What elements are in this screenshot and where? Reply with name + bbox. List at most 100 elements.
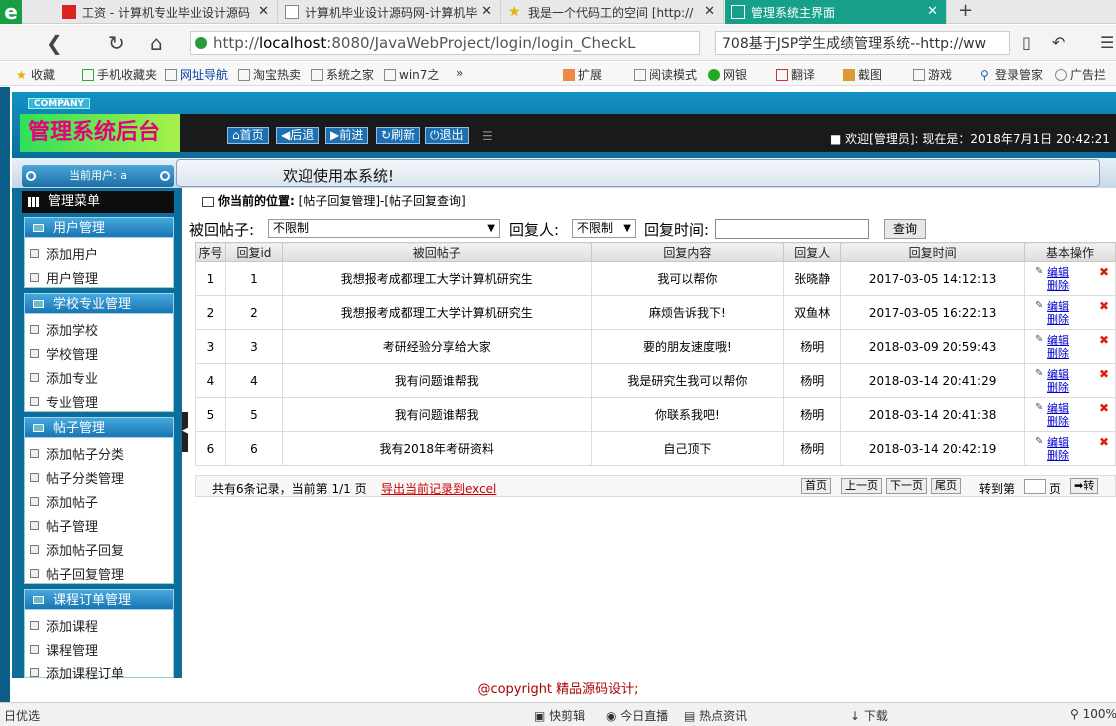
delete-link[interactable]: 删除 — [1035, 313, 1115, 326]
toolbar-item[interactable]: 网银 — [708, 66, 747, 83]
search-field[interactable]: 708基于JSP学生成绩管理系统--http://ww — [715, 31, 1010, 55]
browser-tab[interactable]: 工资 - 计算机专业毕业设计源码 ✕ — [56, 0, 278, 24]
sidebar-item-add-post-category[interactable]: 添加帖子分类 — [30, 444, 124, 463]
bookmark-item[interactable]: 手机收藏夹 — [82, 66, 157, 83]
status-item[interactable]: ▣ 快剪辑 — [534, 707, 585, 724]
sidebar-item-add-course[interactable]: 添加课程 — [30, 616, 98, 635]
delete-link[interactable]: 删除 — [1035, 415, 1115, 428]
sidebar-item-reply-manage[interactable]: 帖子回复管理 — [30, 564, 124, 583]
bookmark-item[interactable]: win7之 — [384, 66, 439, 83]
menu-icon[interactable]: ☰ — [1100, 33, 1114, 52]
toolbar-item[interactable]: 翻译 — [776, 66, 815, 83]
status-item[interactable]: 日优选 — [4, 707, 40, 724]
time-filter-label: 回复时间: — [644, 221, 710, 239]
close-icon[interactable]: ✕ — [481, 4, 492, 19]
window-icon — [33, 224, 44, 232]
new-tab-button[interactable]: + — [958, 0, 973, 21]
home-button[interactable]: ⌂首页 — [227, 127, 269, 144]
status-item[interactable]: ◉ 今日直播 — [606, 707, 668, 724]
delete-x-icon[interactable]: ✖ — [1099, 435, 1109, 449]
sidebar-item-course-manage[interactable]: 课程管理 — [30, 640, 98, 659]
sidebar-item-add-post[interactable]: 添加帖子 — [30, 492, 98, 511]
close-icon[interactable]: ✕ — [258, 4, 269, 19]
table-cell: 我想报考成都理工大学计算机研究生 — [281, 295, 592, 330]
close-icon[interactable]: ✕ — [704, 4, 715, 19]
sidebar-group-post[interactable]: 帖子管理 — [24, 417, 174, 438]
replier-filter-select[interactable]: 不限制 ▼ — [572, 219, 636, 238]
bookmark-item[interactable]: 网址导航 — [165, 66, 228, 83]
delete-x-icon[interactable]: ✖ — [1099, 299, 1109, 313]
table-cell: 5 — [224, 397, 283, 432]
forward-button[interactable]: ▶前进 — [325, 127, 369, 144]
delete-link[interactable]: 删除 — [1035, 449, 1115, 462]
logout-button[interactable]: ⏻退出 — [425, 127, 469, 144]
reload-icon[interactable]: ↻ — [108, 31, 125, 55]
delete-link[interactable]: 删除 — [1035, 381, 1115, 394]
delete-x-icon[interactable]: ✖ — [1099, 265, 1109, 279]
toolbar-label: 登录管家 — [995, 68, 1044, 82]
toolbar-item[interactable]: 扩展 — [563, 66, 602, 83]
undo-icon[interactable]: ↶ — [1052, 33, 1065, 52]
url-field[interactable]: http://localhost:8080/JavaWebProject/log… — [190, 31, 700, 55]
toolbar-item[interactable]: 广告拦 — [1055, 66, 1106, 83]
sidebar-item-add-school[interactable]: 添加学校 — [30, 320, 98, 339]
delete-link[interactable]: 删除 — [1035, 279, 1115, 292]
sidebar-group-course[interactable]: 课程订单管理 — [24, 589, 174, 610]
goto-page-input[interactable] — [1024, 479, 1046, 494]
delete-x-icon[interactable]: ✖ — [1099, 367, 1109, 381]
delete-link[interactable]: 删除 — [1035, 347, 1115, 360]
sidebar-item-school-manage[interactable]: 学校管理 — [30, 344, 98, 363]
doc-icon — [30, 349, 39, 358]
sidebar-collapse-handle[interactable]: ◀ — [182, 412, 189, 452]
back-arrow-icon[interactable]: ❮ — [46, 31, 63, 55]
browser-tab[interactable]: 计算机毕业设计源码网-计算机毕 ✕ — [279, 0, 501, 24]
go-button[interactable]: ➡转 — [1070, 478, 1099, 494]
sidebar-item-user-manage[interactable]: 用户管理 — [30, 268, 98, 287]
bookmark-item[interactable]: ★ 收藏 — [16, 66, 55, 83]
toolbar-item[interactable]: 阅读模式 — [634, 66, 697, 83]
table-cell: 6 — [224, 431, 283, 466]
search-text: 708基于JSP学生成绩管理系统--http://ww — [722, 36, 987, 52]
next-page-button[interactable]: 下一页 — [886, 478, 927, 494]
browser-tab-active[interactable]: 管理系统主界面 ✕ — [725, 0, 947, 24]
post-filter-select[interactable]: 不限制 ▼ — [268, 219, 500, 238]
doc-icon — [30, 325, 39, 334]
sidebar-item-label: 用户管理 — [46, 272, 99, 287]
sidebar-item-add-reply[interactable]: 添加帖子回复 — [30, 540, 124, 559]
toolbar-item[interactable]: 游戏 — [913, 66, 952, 83]
sidebar-group-label: 帖子管理 — [53, 421, 106, 436]
sidebar-item-major-manage[interactable]: 专业管理 — [30, 392, 98, 411]
time-filter-input[interactable] — [715, 219, 869, 239]
prev-page-button[interactable]: 上一页 — [841, 478, 882, 494]
sidebar-group-user[interactable]: 用户管理 — [24, 217, 174, 238]
phone-icon[interactable]: ▯ — [1022, 33, 1031, 52]
query-button[interactable]: 查询 — [884, 219, 926, 239]
toolbar-item[interactable]: 截图 — [843, 66, 882, 83]
column-header: 序号 — [195, 242, 226, 262]
table-row: 5 5 我有问题谁帮我 你联系我吧! 杨明 2018-03-14 20:41:3… — [195, 397, 1116, 432]
zoom-level[interactable]: ⚲ 100% — [1070, 707, 1116, 721]
bookmark-overflow[interactable]: » — [456, 66, 463, 80]
table-cell: 4 — [224, 363, 283, 398]
export-excel-link[interactable]: 导出当前记录到excel — [381, 480, 496, 497]
status-item[interactable]: ↓ 下载 — [850, 707, 888, 724]
first-page-button[interactable]: 首页 — [801, 478, 831, 494]
back-button[interactable]: ◀后退 — [276, 127, 320, 144]
bookmark-item[interactable]: 系统之家 — [311, 66, 374, 83]
refresh-button[interactable]: ↻刷新 — [376, 127, 421, 144]
delete-x-icon[interactable]: ✖ — [1099, 333, 1109, 347]
sidebar-item-add-user[interactable]: 添加用户 — [30, 244, 98, 263]
sidebar-item-post-category-manage[interactable]: 帖子分类管理 — [30, 468, 124, 487]
post-filter-label: 被回帖子: — [189, 221, 255, 239]
close-icon[interactable]: ✕ — [927, 4, 938, 19]
status-item[interactable]: ▤ 热点资讯 — [684, 707, 747, 724]
home-icon[interactable]: ⌂ — [150, 31, 163, 55]
last-page-button[interactable]: 尾页 — [931, 478, 961, 494]
bookmark-item[interactable]: 淘宝热卖 — [238, 66, 301, 83]
browser-tab[interactable]: ★ 我是一个代码工的空间 [http:// ✕ — [502, 0, 724, 24]
sidebar-group-school[interactable]: 学校专业管理 — [24, 293, 174, 314]
delete-x-icon[interactable]: ✖ — [1099, 401, 1109, 415]
sidebar-item-post-manage[interactable]: 帖子管理 — [30, 516, 98, 535]
sidebar-item-add-major[interactable]: 添加专业 — [30, 368, 98, 387]
toolbar-item[interactable]: ⚲ 登录管家 — [980, 66, 1043, 83]
